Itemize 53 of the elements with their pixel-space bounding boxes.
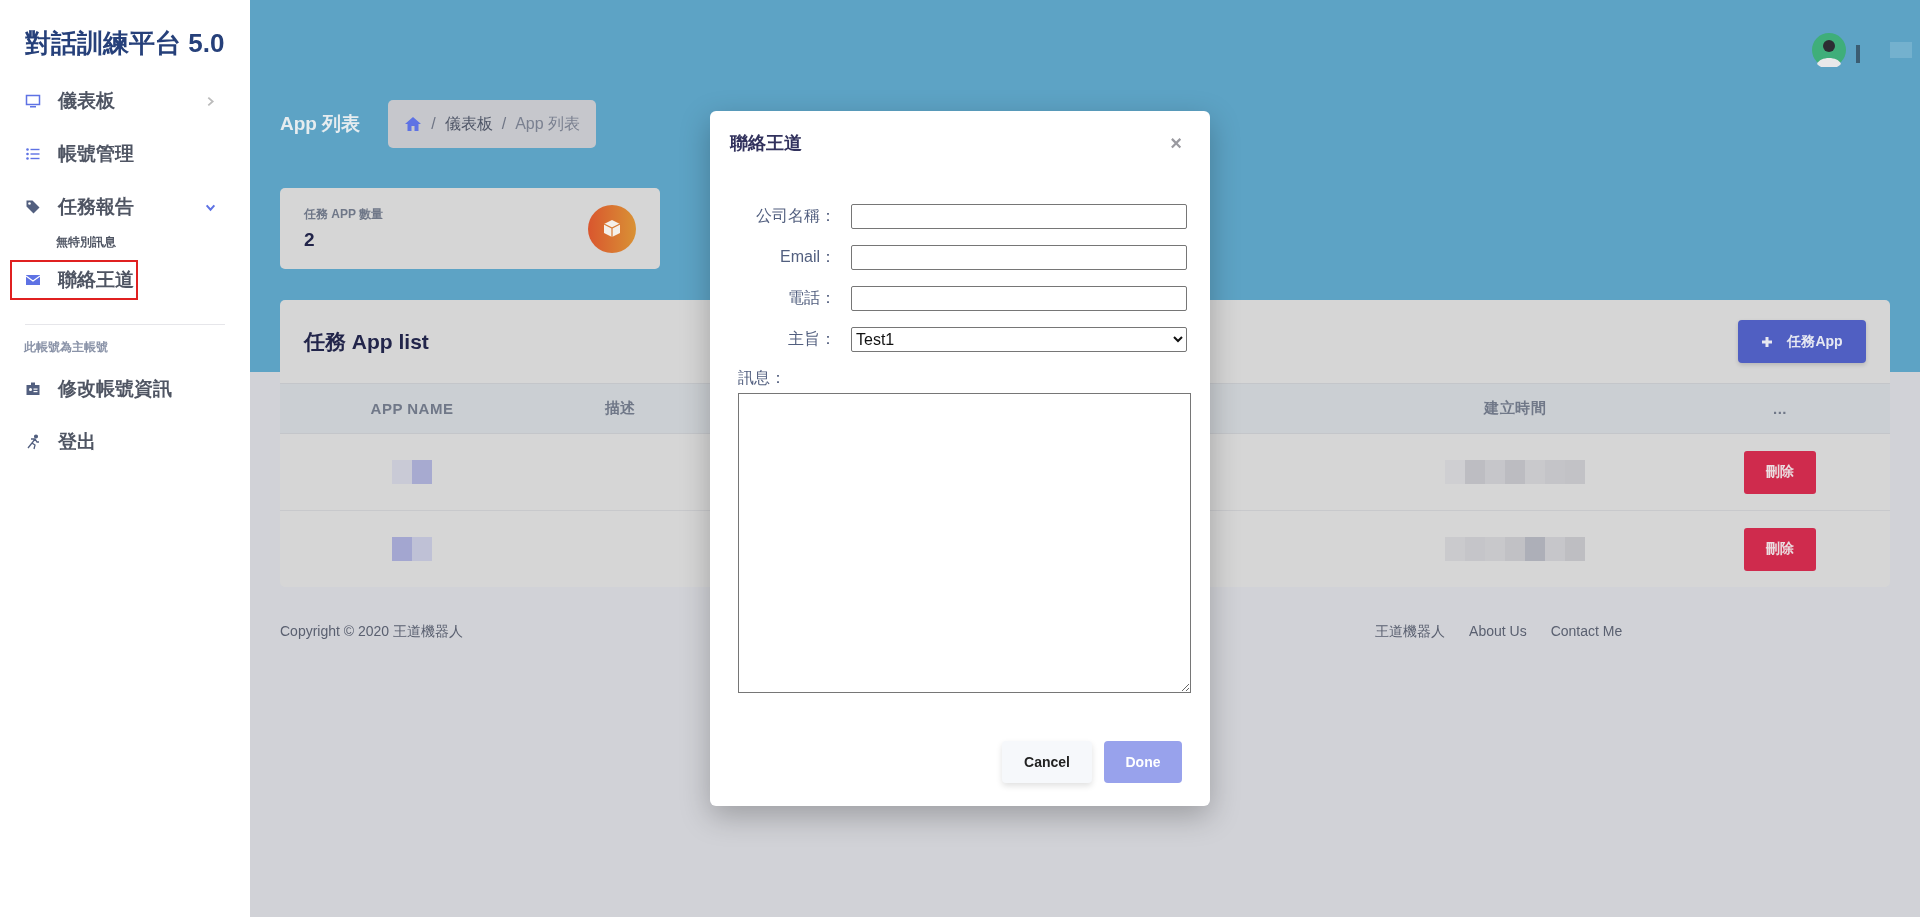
footer-link[interactable]: 王道機器人	[1375, 623, 1446, 641]
tag-icon	[25, 199, 41, 215]
cube-icon	[588, 204, 636, 253]
table-title: 任務 App list	[304, 328, 429, 355]
pixelated-name	[392, 537, 432, 561]
dialog-title: 聯絡王道	[730, 132, 802, 155]
delete-button[interactable]: 刪除	[1744, 527, 1816, 571]
home-icon[interactable]	[404, 116, 423, 132]
add-app-button[interactable]: 任務App	[1738, 320, 1866, 363]
column-header: ...	[1773, 400, 1787, 417]
input-field[interactable]	[851, 245, 1187, 270]
stat-label: 任務 APP 數量	[304, 206, 384, 223]
copyright-text: Copyright © 2020 王道機器人	[280, 623, 464, 641]
account-note: 此帳號為主帳號	[23, 339, 109, 356]
list-icon	[25, 146, 41, 162]
user-bar-icon	[1856, 45, 1860, 63]
cancel-button[interactable]: Cancel	[1002, 741, 1092, 783]
nav-item[interactable]: 聯絡王道	[10, 260, 138, 300]
nav-item[interactable]: 修改帳號資訊	[10, 369, 230, 409]
input-field[interactable]	[851, 286, 1187, 311]
stat-value: 2	[304, 229, 316, 251]
footer-link[interactable]: About Us	[1469, 623, 1527, 641]
column-header: 描述	[604, 399, 636, 418]
field-label: 公司名稱：	[755, 206, 837, 226]
breadcrumb-item[interactable]: 儀表板	[444, 113, 493, 135]
message-field[interactable]	[738, 393, 1191, 693]
breadcrumb-separator: /	[431, 115, 436, 133]
breadcrumb-item: App 列表	[515, 113, 581, 134]
nav-item[interactable]: 儀表板	[10, 81, 230, 121]
nav-subitem[interactable]: 無特別訊息	[0, 234, 250, 251]
nav-item[interactable]: 登出	[10, 422, 230, 462]
field-label: 訊息：	[738, 368, 787, 388]
column-header: APP NAME	[370, 400, 454, 417]
avatar-icon[interactable]	[1812, 33, 1846, 67]
monitor-icon	[25, 93, 41, 109]
id-card-icon	[25, 381, 41, 397]
field-label: 電話：	[787, 288, 837, 308]
plus-icon	[1761, 335, 1774, 348]
page-title: App 列表	[280, 112, 361, 136]
field-label: Email：	[779, 247, 837, 267]
nav-item[interactable]: 任務報告	[10, 187, 230, 227]
footer-link[interactable]: Contact Me	[1550, 623, 1623, 641]
nav-item[interactable]: 帳號管理	[10, 134, 230, 174]
delete-button[interactable]: 刪除	[1744, 450, 1816, 494]
running-figure-icon	[25, 434, 41, 450]
subject-select[interactable]: Test1	[851, 327, 1187, 352]
column-header: 建立時間	[1484, 399, 1546, 418]
app-title: 對話訓練平台 5.0	[24, 27, 226, 60]
field-label: 主旨：	[787, 329, 837, 349]
breadcrumb-separator: /	[501, 115, 507, 133]
pixelated-name	[392, 460, 432, 484]
input-field[interactable]	[851, 204, 1187, 229]
envelope-icon	[25, 272, 41, 288]
